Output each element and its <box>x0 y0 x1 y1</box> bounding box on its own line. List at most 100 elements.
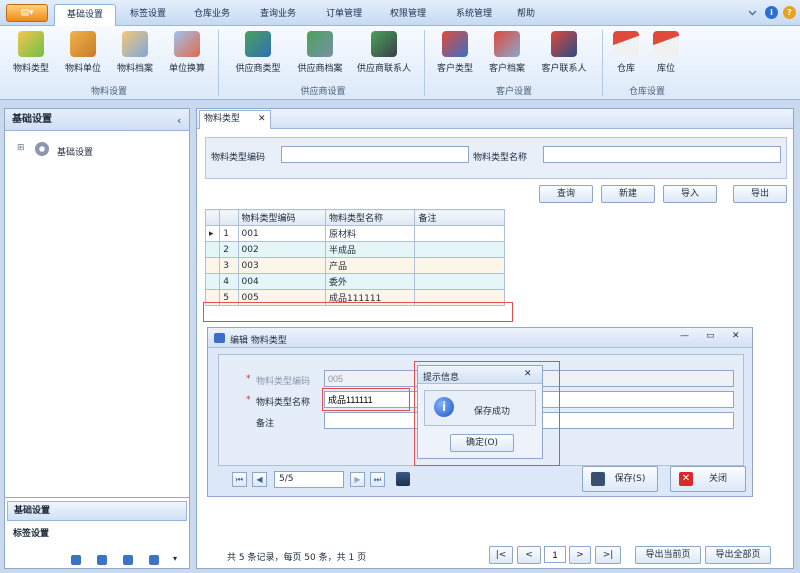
app-menu-button[interactable]: ▤▾ <box>6 4 48 22</box>
customer-type-button[interactable]: 客户类型 <box>430 29 480 81</box>
grid-header-row: 物料类型编码 物料类型名称 备注 <box>204 209 505 226</box>
supplier-contact-icon <box>371 31 397 57</box>
cell-note[interactable] <box>414 241 505 258</box>
cell-name[interactable]: 产品 <box>324 257 416 274</box>
supplier-archive-button[interactable]: 供应商档案 <box>290 29 350 81</box>
cell-name[interactable]: 委外 <box>324 273 416 290</box>
warehouse-button[interactable]: 仓库 <box>606 29 646 81</box>
row-marker <box>204 257 221 274</box>
location-button[interactable]: 库位 <box>646 29 686 81</box>
cell-name[interactable]: 半成品 <box>324 241 416 258</box>
name-search-input[interactable] <box>543 146 781 163</box>
supplier-contact-button[interactable]: 供应商联系人 <box>352 29 416 81</box>
page-number-input[interactable] <box>544 546 566 563</box>
tab-orders[interactable]: 订单管理 <box>316 4 372 26</box>
nav-last-icon[interactable]: ⏭ <box>370 472 385 487</box>
location-icon <box>653 31 679 57</box>
prev-page-button[interactable]: < <box>517 546 541 564</box>
supplier-archive-icon <box>307 31 333 57</box>
print-icon[interactable] <box>396 472 410 486</box>
first-page-button[interactable]: |< <box>489 546 513 564</box>
cell-note[interactable] <box>414 225 505 242</box>
info-icon[interactable]: i <box>765 6 778 19</box>
nav-first-icon[interactable]: ⏮ <box>232 472 247 487</box>
nav-next-icon[interactable]: ▶ <box>350 472 365 487</box>
close-button[interactable]: ✕ 关闭 <box>670 466 746 492</box>
supplier-type-button[interactable]: 供应商类型 <box>228 29 288 81</box>
doc-tab-strip <box>197 109 793 129</box>
cell-code[interactable]: 001 <box>237 225 326 242</box>
gear-icon <box>35 142 49 156</box>
table-row[interactable]: 2 002 半成品 <box>204 241 505 258</box>
cell-name[interactable]: 原材料 <box>324 225 416 242</box>
grid-header-name[interactable]: 物料类型名称 <box>324 209 416 226</box>
tab-permissions[interactable]: 权限管理 <box>378 4 438 26</box>
highlight-name-box <box>322 388 410 411</box>
cell-note[interactable] <box>414 273 505 290</box>
collapse-panel-icon[interactable]: ‹ <box>177 114 181 127</box>
material-unit-icon <box>70 31 96 57</box>
nav-shortcut-icon[interactable] <box>123 555 133 565</box>
next-page-button[interactable]: > <box>569 546 591 564</box>
grid-header-code[interactable]: 物料类型编码 <box>237 209 326 226</box>
nav-more-icon[interactable]: ▾ <box>173 554 177 563</box>
material-unit-button[interactable]: 物料单位 <box>58 29 108 81</box>
nav-shortcut-icon[interactable] <box>149 555 159 565</box>
nav-item-label-settings[interactable]: 标签设置 <box>7 525 187 545</box>
table-row[interactable]: ▸ 1 001 原材料 <box>204 225 505 242</box>
tab-label-settings[interactable]: 标签设置 <box>120 4 176 26</box>
close-label: 关闭 <box>708 474 727 484</box>
tab-warehouse[interactable]: 仓库业务 <box>184 4 240 26</box>
customer-contact-button[interactable]: 客户联系人 <box>536 29 592 81</box>
required-star: * <box>246 395 251 405</box>
nav-shortcut-icon[interactable] <box>71 555 81 565</box>
export-all-pages-button[interactable]: 导出全部页 <box>705 546 771 564</box>
material-type-button[interactable]: 物料类型 <box>6 29 56 81</box>
tree-node-basic-settings[interactable]: 基础设置 <box>57 145 93 158</box>
help-icon[interactable]: ? <box>783 6 796 19</box>
cell-code[interactable]: 004 <box>237 273 326 290</box>
minimize-ribbon-icon[interactable] <box>748 7 757 16</box>
row-number: 1 <box>219 225 239 242</box>
nav-prev-icon[interactable]: ◀ <box>252 472 267 487</box>
unit-conversion-button[interactable]: 单位换算 <box>162 29 212 81</box>
left-nav-panel: 基础设置 ‹ ⊞ 基础设置 基础设置 标签设置 ▾ <box>4 108 190 569</box>
ribbon: 物料类型 物料单位 物料档案 单位换算 物料设置 供应商类型 供应商档案 供应商… <box>0 26 800 100</box>
ok-button[interactable]: 确定(O) <box>450 434 514 452</box>
tab-query[interactable]: 查询业务 <box>248 4 308 26</box>
table-row[interactable]: 4 004 委外 <box>204 273 505 290</box>
material-type-icon <box>18 31 44 57</box>
import-button[interactable]: 导入 <box>663 185 717 203</box>
last-page-button[interactable]: >| <box>595 546 621 564</box>
minimize-icon[interactable]: — <box>680 331 689 341</box>
tab-help[interactable]: 帮助 <box>508 4 544 26</box>
export-button[interactable]: 导出 <box>733 185 787 203</box>
tab-basic-settings[interactable]: 基础设置 <box>54 4 116 26</box>
maximize-icon[interactable]: ▭ <box>706 331 715 341</box>
cell-code[interactable]: 002 <box>237 241 326 258</box>
material-archive-button[interactable]: 物料档案 <box>110 29 160 81</box>
export-current-page-button[interactable]: 导出当前页 <box>635 546 701 564</box>
doc-tab-material-type[interactable]: 物料类型 ✕ <box>199 110 271 129</box>
new-button[interactable]: 新建 <box>601 185 655 203</box>
doc-tab-label: 物料类型 <box>204 114 241 124</box>
close-window-icon[interactable]: ✕ <box>732 331 740 341</box>
message-close-icon[interactable]: ✕ <box>524 369 532 379</box>
warehouse-icon <box>613 31 639 57</box>
cell-note[interactable] <box>414 257 505 274</box>
save-button[interactable]: 保存(S) <box>582 466 658 492</box>
edit-code-label: 物料类型编码 <box>256 377 311 387</box>
query-button[interactable]: 查询 <box>539 185 593 203</box>
grid-header-note[interactable]: 备注 <box>414 209 505 226</box>
table-row[interactable]: 3 003 产品 <box>204 257 505 274</box>
nav-item-basic-settings[interactable]: 基础设置 <box>7 501 187 521</box>
cell-code[interactable]: 003 <box>237 257 326 274</box>
close-tab-icon[interactable]: ✕ <box>258 111 266 128</box>
code-search-input[interactable] <box>281 146 469 163</box>
nav-shortcut-icon[interactable] <box>97 555 107 565</box>
tab-system[interactable]: 系统管理 <box>444 4 504 26</box>
tree-expander-icon[interactable]: ⊞ <box>17 143 25 153</box>
edit-note-label: 备注 <box>256 419 275 429</box>
record-position: 5/5 <box>274 471 344 488</box>
customer-archive-button[interactable]: 客户档案 <box>482 29 532 81</box>
